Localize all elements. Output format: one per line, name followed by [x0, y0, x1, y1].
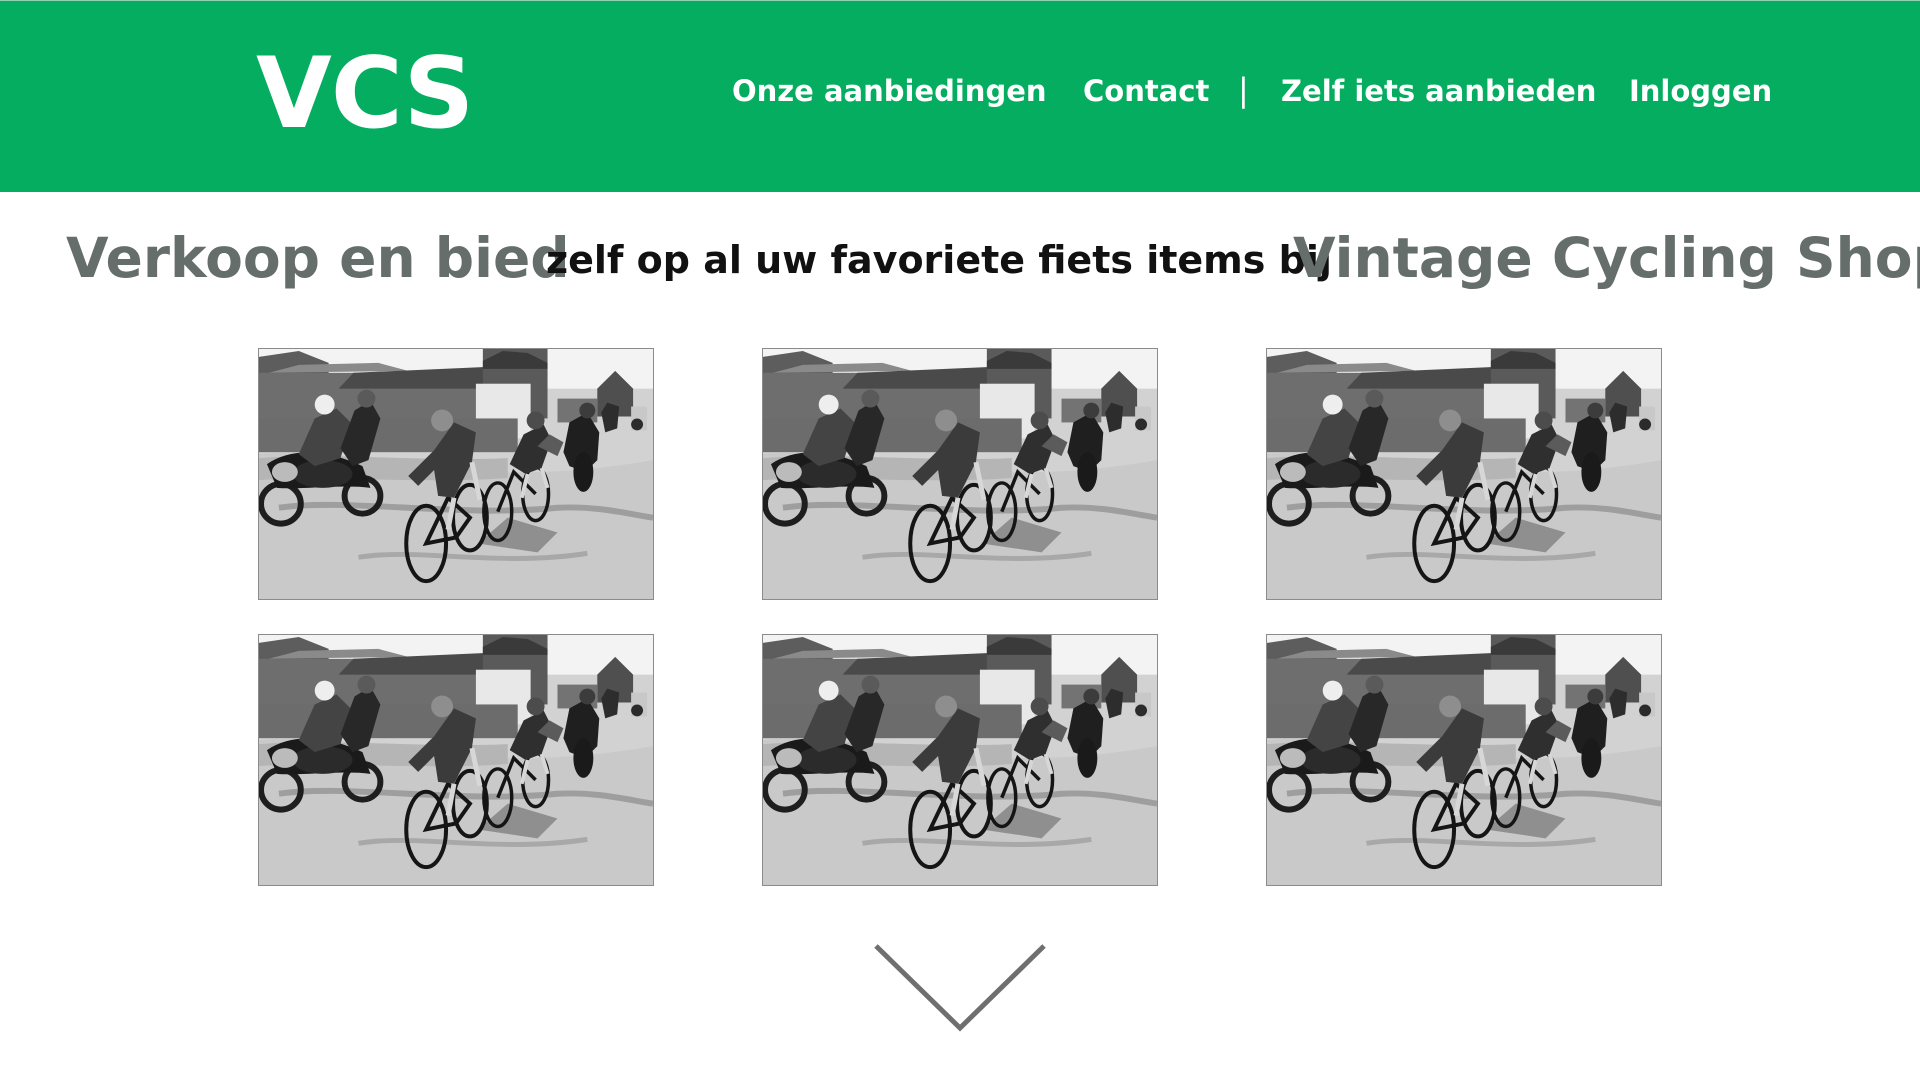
- vintage-cycling-photo: [1267, 349, 1661, 599]
- tagline-middle: zelf op al uw favoriete fiets items bij: [546, 238, 1332, 282]
- nav-separator: |: [1238, 71, 1249, 109]
- tagline-left: Verkoop en bied: [66, 226, 570, 290]
- vintage-cycling-photo: [763, 349, 1157, 599]
- gallery-item[interactable]: [258, 348, 654, 600]
- tagline-right: Vintage Cycling Shop: [1293, 226, 1920, 290]
- chevron-down-icon[interactable]: [872, 942, 1048, 1034]
- site-header: VCS Onze aanbiedingen Contact | Zelf iet…: [0, 0, 1920, 192]
- nav-link-contact[interactable]: Contact: [1083, 71, 1209, 111]
- vintage-cycling-photo: [763, 635, 1157, 885]
- nav-link-inloggen[interactable]: Inloggen: [1629, 71, 1772, 111]
- vintage-cycling-photo: [259, 349, 653, 599]
- gallery-item[interactable]: [762, 634, 1158, 886]
- gallery-item[interactable]: [762, 348, 1158, 600]
- nav-link-zelf-iets-aanbieden[interactable]: Zelf iets aanbieden: [1281, 71, 1596, 111]
- gallery-item[interactable]: [258, 634, 654, 886]
- gallery-item[interactable]: [1266, 348, 1662, 600]
- vintage-cycling-photo: [259, 635, 653, 885]
- vintage-cycling-photo: [1267, 635, 1661, 885]
- nav-link-onze-aanbiedingen[interactable]: Onze aanbiedingen: [732, 71, 1047, 111]
- gallery-item[interactable]: [1266, 634, 1662, 886]
- main-navigation: Onze aanbiedingen Contact | Zelf iets aa…: [0, 71, 1920, 111]
